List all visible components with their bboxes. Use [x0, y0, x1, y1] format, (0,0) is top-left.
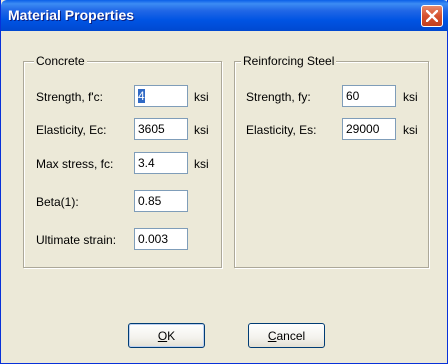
concrete-group-label: Concrete	[34, 54, 87, 68]
concrete-elasticity-unit: ksi	[194, 123, 209, 137]
window-title: Material Properties	[8, 7, 135, 23]
concrete-elasticity-input[interactable]: 3605	[134, 118, 188, 140]
concrete-max-stress-input[interactable]: 3.4	[134, 152, 188, 174]
steel-strength-label: Strength, fy:	[246, 90, 311, 104]
close-button[interactable]	[421, 5, 443, 27]
concrete-strength-label: Strength, f'c:	[36, 90, 103, 104]
title-bar[interactable]: Material Properties	[1, 0, 448, 31]
concrete-strength-unit: ksi	[194, 90, 209, 104]
reinforcing-steel-group-label: Reinforcing Steel	[241, 54, 337, 68]
cancel-button[interactable]: Cancel	[248, 323, 325, 348]
beta1-input[interactable]: 0.85	[134, 190, 188, 212]
beta1-label: Beta(1):	[36, 195, 79, 209]
steel-elasticity-unit: ksi	[403, 123, 418, 137]
steel-elasticity-input[interactable]: 29000	[342, 118, 396, 140]
steel-elasticity-label: Elasticity, Es:	[246, 123, 317, 137]
ok-button[interactable]: OK	[128, 323, 205, 348]
ultimate-strain-input[interactable]: 0.003	[134, 228, 188, 250]
concrete-elasticity-label: Elasticity, Ec:	[36, 123, 107, 137]
material-properties-dialog: Material Properties Concrete Strength, f…	[0, 0, 448, 364]
steel-strength-input[interactable]: 60	[342, 85, 396, 107]
ultimate-strain-label: Ultimate strain:	[36, 233, 117, 247]
concrete-max-stress-label: Max stress, fc:	[36, 157, 114, 171]
close-icon	[426, 10, 438, 22]
steel-strength-unit: ksi	[403, 90, 418, 104]
concrete-max-stress-unit: ksi	[194, 157, 209, 171]
concrete-strength-input[interactable]: 4	[134, 85, 188, 107]
